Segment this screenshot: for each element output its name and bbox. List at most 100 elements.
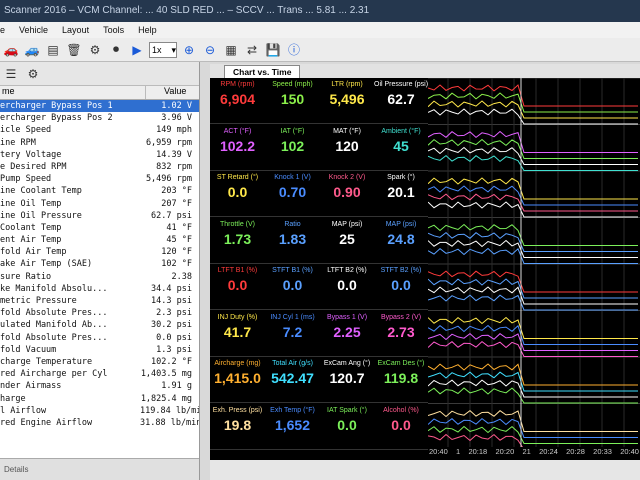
- menu-vehicle[interactable]: Vehicle: [19, 25, 48, 35]
- parameter-row[interactable]: ent Air Temp 45 °F: [0, 234, 199, 246]
- gauge-readout[interactable]: Oil Pressure (psi) 62.7: [374, 78, 428, 124]
- gauge-readout[interactable]: INJ Cyl 1 (ms) 7.2: [265, 311, 320, 357]
- gauge-readout[interactable]: RPM (rpm) 6,904: [210, 78, 265, 124]
- parameter-row[interactable]: ulated Manifold Ab... 30.2 psi: [0, 319, 199, 331]
- gauge-value: 1.83: [278, 230, 307, 247]
- parameter-row[interactable]: fold Air Temp 120 °F: [0, 246, 199, 258]
- parameter-row[interactable]: red Aircharge per Cyl 1,403.5 mg: [0, 368, 199, 380]
- record-icon[interactable]: ⏺: [107, 41, 125, 59]
- parameter-row[interactable]: sure Ratio 2.38: [0, 271, 199, 283]
- gauge-readout[interactable]: Ratio 1.83: [265, 218, 320, 264]
- menu-help[interactable]: Help: [138, 25, 157, 35]
- gauge-readout[interactable]: MAP (psi) 25: [320, 218, 374, 264]
- gauge-readout[interactable]: Throttle (V) 1.73: [210, 218, 265, 264]
- gauge-readout[interactable]: INJ Duty (%) 41.7: [210, 311, 265, 357]
- list-icon[interactable]: ☰: [2, 65, 20, 83]
- parameter-row[interactable]: fold Absolute Pres... 0.0 psi: [0, 332, 199, 344]
- parameter-row[interactable]: fold Vacuum 1.3 psi: [0, 344, 199, 356]
- parameter-row[interactable]: l Airflow 119.84 lb/min: [0, 405, 199, 417]
- parameter-row[interactable]: e Desired RPM 832 rpm: [0, 161, 199, 173]
- parameter-row[interactable]: harge 1,825.4 mg: [0, 393, 199, 405]
- parameter-value: 30.2 psi: [151, 320, 192, 331]
- gauge-readout[interactable]: LTFT B1 (%) 0.0: [210, 264, 265, 310]
- gauge-readout[interactable]: MAP (psi) 24.8: [374, 218, 428, 264]
- parameter-name: ke Manifold Absolu...: [0, 283, 108, 294]
- parameter-row[interactable]: ine Coolant Temp 203 °F: [0, 185, 199, 197]
- parameter-row[interactable]: Pump Speed 5,496 rpm: [0, 173, 199, 185]
- tab-chart-vs-time[interactable]: Chart vs. Time: [224, 65, 301, 78]
- parameter-row[interactable]: ine Oil Pressure 62.7 psi: [0, 210, 199, 222]
- gauge-readout[interactable]: STFT B2 (%) 0.0: [374, 264, 428, 310]
- name-column-header[interactable]: me: [0, 86, 145, 99]
- playback-speed-select[interactable]: 1x ▾: [149, 41, 177, 58]
- parameter-row[interactable]: ake Air Temp (SAE) 102 °F: [0, 258, 199, 270]
- gauge-readout[interactable]: LTR (rpm) 5,496: [320, 78, 374, 124]
- parameter-row[interactable]: icle Speed 149 mph: [0, 124, 199, 136]
- gauge-readout[interactable]: Ambient (°F) 45: [374, 125, 428, 171]
- save-icon[interactable]: 💾: [264, 41, 282, 59]
- export-icon[interactable]: ⇄: [243, 41, 261, 59]
- parameter-row[interactable]: fold Absolute Pres... 2.3 psi: [0, 307, 199, 319]
- parameter-row[interactable]: tery Voltage 14.39 V: [0, 149, 199, 161]
- car-icon[interactable]: 🚗: [2, 41, 20, 59]
- parameter-row[interactable]: ke Manifold Absolu... 34.4 psi: [0, 283, 199, 295]
- zoom-out-icon[interactable]: ⊖: [201, 41, 219, 59]
- gauge-readout[interactable]: Bypass 2 (V) 2.73: [374, 311, 428, 357]
- gauge-readout[interactable]: Knock 1 (V) 0.70: [265, 171, 320, 217]
- trash-icon[interactable]: 🗑: [65, 41, 83, 59]
- menu-file[interactable]: e: [0, 25, 5, 35]
- zoom-in-icon[interactable]: ⊕: [180, 41, 198, 59]
- parameter-row[interactable]: ine Oil Temp 207 °F: [0, 198, 199, 210]
- parameter-row[interactable]: nder Airmass 1.91 g: [0, 380, 199, 392]
- gauge-value: 0.0: [282, 277, 303, 293]
- menu-tools[interactable]: Tools: [103, 25, 124, 35]
- car-connect-icon[interactable]: 🚙: [23, 41, 41, 59]
- play-icon[interactable]: ▶: [128, 41, 146, 59]
- value-column-header[interactable]: Value: [145, 86, 195, 99]
- parameter-name: l Airflow: [0, 405, 47, 416]
- parameter-row[interactable]: ine RPM 6,959 rpm: [0, 137, 199, 149]
- parameter-row[interactable]: ercharger Bypass Pos 2 3.96 V: [0, 112, 199, 124]
- gauge-readout[interactable]: IAT (°F) 102: [265, 125, 320, 171]
- gauge-readout[interactable]: Exh. Press (psi) 19.8: [210, 404, 265, 450]
- gauge-readout[interactable]: STFT B1 (%) 0.0: [265, 264, 320, 310]
- gauge-readout[interactable]: Aircharge (mg) 1,415.0: [210, 357, 265, 403]
- info-icon[interactable]: ⓘ: [285, 41, 303, 59]
- gauge-readout[interactable]: ExCam Ang (°) 120.7: [320, 357, 374, 403]
- gauge-readout[interactable]: IAT Spark (°) 0.0: [320, 404, 374, 450]
- parameter-row[interactable]: charge Temperature 102.2 °F: [0, 356, 199, 368]
- parameter-name: harge: [0, 393, 26, 404]
- parameter-row[interactable]: red Engine Airflow 31.88 lb/min: [0, 417, 199, 429]
- gauge-readout[interactable]: Total Air (g/s) 542.47: [265, 357, 320, 403]
- toolbar: 🚗 🚙 ▤ 🗑 ⚙ ⏺ ▶ 1x ▾ ⊕ ⊖ ▦ ⇄ 💾 ⓘ: [0, 38, 640, 62]
- gauge-readout[interactable]: ACT (°F) 102.2: [210, 125, 265, 171]
- gauge-readout[interactable]: Bypass 1 (V) 2.25: [320, 311, 374, 357]
- time-tick-label: 20:40: [429, 447, 448, 456]
- gauge-value: 0.0: [391, 416, 411, 433]
- gauge-readout[interactable]: LTFT B2 (%) 0.0: [320, 264, 374, 310]
- parameter-row[interactable]: Coolant Temp 41 °F: [0, 222, 199, 234]
- parameter-row[interactable]: metric Pressure 14.3 psi: [0, 295, 199, 307]
- print-icon[interactable]: ▤: [44, 41, 62, 59]
- gauge-readout[interactable]: Exh Temp (°F) 1,652: [265, 404, 320, 450]
- parameter-value: 3.96 V: [161, 113, 192, 124]
- parameter-name: ine Coolant Temp: [0, 186, 82, 197]
- gauge-label: Exh Temp (°F): [270, 406, 315, 414]
- settings-icon[interactable]: ⚙: [86, 41, 104, 59]
- gauge-readout[interactable]: Alcohol (%) 0.0: [374, 404, 428, 450]
- parameter-row[interactable]: ercharger Bypass Pos 1 1.02 V: [0, 100, 199, 113]
- gauge-readout[interactable]: MAT (°F) 120: [320, 125, 374, 171]
- gauge-readout[interactable]: ST Retard (°) 0.0: [210, 171, 265, 217]
- gauge-readout[interactable]: ExCam Des (°) 119.8: [374, 357, 428, 403]
- time-chart[interactable]: [428, 78, 640, 460]
- parameter-value: 207 °F: [161, 198, 192, 209]
- gauge-readout[interactable]: Knock 2 (V) 0.90: [320, 171, 374, 217]
- gear-icon[interactable]: ⚙: [24, 65, 42, 83]
- layout-icon[interactable]: ▦: [222, 41, 240, 59]
- gauge-row: RPM (rpm) 6,904 Speed (mph) 150 LTR (rpm) 5,4…: [210, 78, 428, 124]
- gauge-readout[interactable]: Speed (mph) 150: [265, 78, 320, 124]
- gauge-label: Bypass 2 (V): [380, 313, 422, 321]
- tab-details[interactable]: Details: [4, 465, 28, 474]
- menu-layout[interactable]: Layout: [62, 25, 89, 35]
- gauge-readout[interactable]: Spark (°) 20.1: [374, 171, 428, 217]
